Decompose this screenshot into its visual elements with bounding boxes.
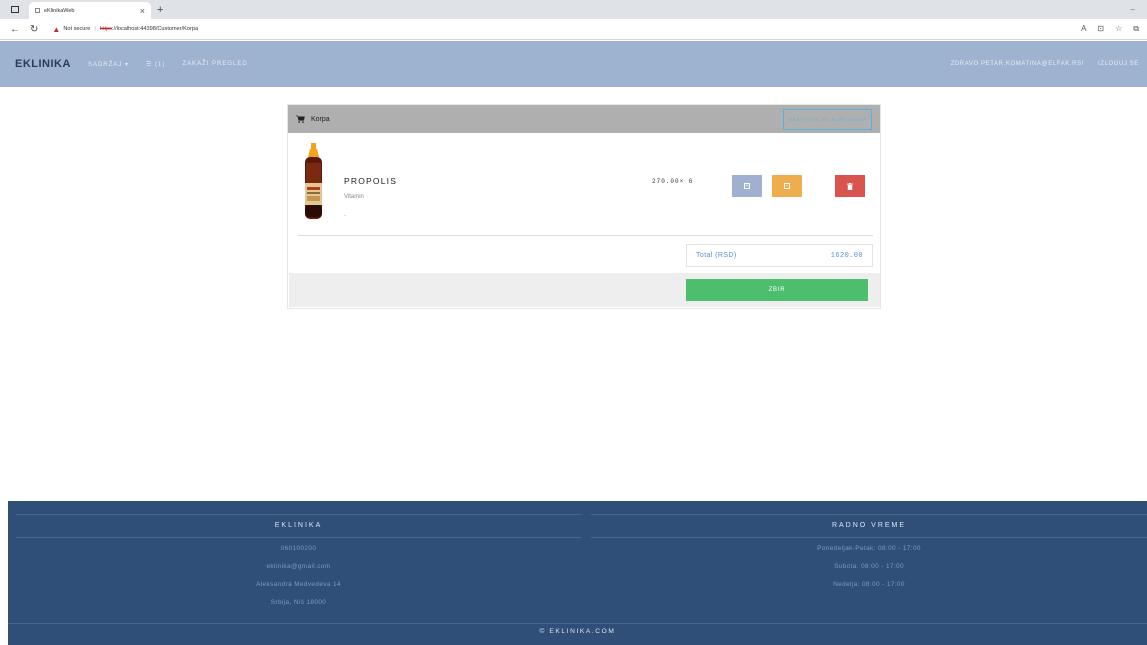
nav-appointment-link[interactable]: ZAKAŽI PREGLED — [182, 61, 247, 67]
warning-icon: ▲ — [52, 24, 61, 34]
security-label: Not secure — [63, 26, 91, 32]
product-image — [305, 143, 322, 219]
nav-user-area: ZDRAVO PETAR.KOMATINA@ELFAK.RS! IZLOGUJ … — [951, 61, 1139, 67]
window-icon[interactable] — [11, 6, 19, 13]
browser-tools: A ⊡ ☆ ⧉ — [1081, 24, 1139, 34]
cart-header: Korpa NASTAVITE SA KUPOVINOM — [288, 105, 880, 133]
cart-title: Korpa — [311, 115, 330, 123]
decrease-quantity-button[interactable]: − — [772, 175, 802, 197]
increase-quantity-button[interactable]: + — [732, 175, 762, 197]
footer-hours-weekday: Ponedeljak-Petak: 08:00 - 17:00 — [817, 545, 921, 552]
product-price-quantity: 270.00× 6 — [652, 178, 694, 185]
cart-panel: Korpa NASTAVITE SA KUPOVINOM PROPOLIS Vi… — [287, 104, 881, 309]
favicon-icon — [35, 8, 40, 13]
browser-tab[interactable]: eKlinikaWeb × — [29, 2, 151, 19]
cart-icon — [296, 115, 305, 123]
footer-contact-column: EKLINIKA 060100200 eklinika@gmail.com Al… — [16, 514, 581, 634]
footer-address: Aleksandra Medvedeva 14 — [256, 581, 341, 588]
minimize-button[interactable]: – — [1131, 5, 1135, 14]
nav-cart-link[interactable]: ☰ (1) — [146, 61, 165, 68]
main-navbar: EKLINIKA SADRŽAJ ▾ ☰ (1) ZAKAŽI PREGLED … — [0, 41, 1147, 87]
browser-address-bar: ← ↻ ▲ Not secure | https ://localhost:44… — [0, 19, 1147, 40]
browser-tabstrip: eKlinikaWeb × + – — [0, 0, 1147, 19]
footer-email: eklinika@gmail.com — [266, 563, 331, 570]
footer-heading-hours: RADNO VREME — [831, 522, 907, 529]
url-separator: | — [94, 26, 96, 32]
footer-heading-eklinika: EKLINIKA — [274, 522, 323, 529]
footer-city: Srbija, Niš 18000 — [270, 599, 327, 606]
footer-hours-sunday: Nedelja: 08:00 - 17:00 — [833, 581, 905, 588]
collections-icon[interactable]: ⧉ — [1133, 24, 1139, 34]
user-greeting[interactable]: ZDRAVO PETAR.KOMATINA@ELFAK.RS! — [951, 61, 1084, 67]
footer-divider — [16, 537, 581, 538]
tab-close-icon[interactable]: × — [140, 6, 145, 16]
brand-logo[interactable]: EKLINIKA — [15, 58, 71, 70]
product-category: Vitamin — [344, 194, 364, 200]
site-footer: EKLINIKA 060100200 eklinika@gmail.com Al… — [8, 501, 1147, 645]
url-field[interactable]: ▲ Not secure | https ://localhost:44398/… — [52, 23, 1081, 36]
trash-icon — [847, 182, 853, 190]
footer-copyright: © EKLINIKA.COM — [539, 628, 616, 635]
cart-item: PROPOLIS Vitamin - 270.00× 6 + − — [288, 133, 880, 230]
cart-footer: ZBIR — [289, 273, 880, 307]
footer-phone: 060100200 — [280, 545, 317, 552]
product-description: - — [344, 213, 346, 219]
nav-content-dropdown[interactable]: SADRŽAJ ▾ — [88, 61, 129, 68]
logout-link[interactable]: IZLOGUJ SE — [1098, 61, 1139, 67]
read-aloud-icon[interactable]: A — [1081, 24, 1086, 34]
continue-shopping-button[interactable]: NASTAVITE SA KUPOVINOM — [783, 108, 872, 130]
footer-hours-column: RADNO VREME Ponedeljak-Petak: 08:00 - 17… — [591, 514, 1147, 634]
footer-hours-saturday: Subota: 08:00 - 17:00 — [834, 563, 904, 570]
items-divider — [298, 235, 873, 236]
product-name: PROPOLIS — [344, 176, 398, 186]
remove-item-button[interactable] — [835, 175, 865, 197]
back-button[interactable]: ← — [10, 24, 20, 35]
reload-button[interactable]: ↻ — [30, 24, 38, 35]
total-value: 1620.00 — [830, 251, 863, 260]
url-path: ://localhost:44398/Customer/Korpa — [111, 26, 199, 32]
footer-divider — [591, 537, 1147, 538]
new-tab-button[interactable]: + — [157, 4, 163, 16]
tab-title: eKlinikaWeb — [44, 7, 75, 14]
extensions-icon[interactable]: ⊡ — [1097, 24, 1104, 34]
sum-button[interactable]: ZBIR — [686, 279, 868, 301]
url-scheme: https — [99, 26, 112, 32]
total-label: Total (RSD) — [696, 252, 737, 259]
plus-icon: + — [744, 182, 750, 189]
total-summary: Total (RSD) 1620.00 — [686, 244, 873, 267]
minus-icon: − — [784, 182, 790, 189]
footer-divider — [591, 514, 1147, 515]
footer-divider — [16, 514, 581, 515]
favorites-icon[interactable]: ☆ — [1115, 24, 1122, 34]
footer-bottom-divider — [8, 623, 1147, 624]
